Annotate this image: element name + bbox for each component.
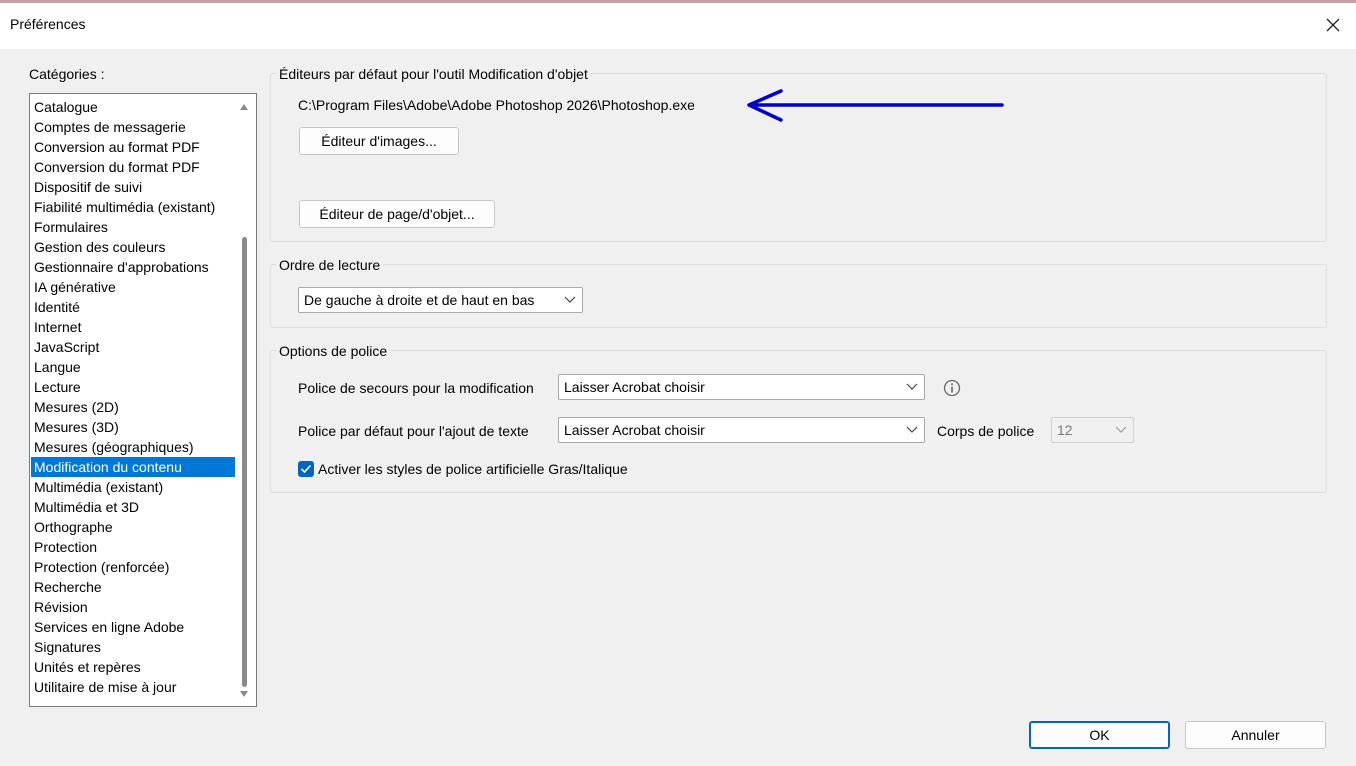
category-item[interactable]: Mesures (3D): [31, 417, 235, 437]
preferences-dialog: Préférences Catégories : Catalogue Compte…: [0, 0, 1356, 766]
fallback-font-label: Police de secours pour la modification: [298, 380, 534, 396]
chevron-down-icon: [564, 296, 576, 303]
default-font-label: Police par défaut pour l'ajout de texte: [298, 423, 529, 439]
category-item[interactable]: Mesures (géographiques): [31, 437, 235, 457]
info-icon[interactable]: [943, 379, 961, 397]
category-item[interactable]: Services en ligne Adobe: [31, 617, 235, 637]
reading-order-value: De gauche à droite et de haut en bas: [304, 292, 535, 308]
cancel-button[interactable]: Annuler: [1185, 721, 1326, 749]
faux-styles-checkbox[interactable]: [298, 461, 314, 477]
fallback-font-select[interactable]: Laisser Acrobat choisir: [558, 374, 925, 400]
category-item[interactable]: Catalogue: [31, 97, 235, 117]
categories-items: Catalogue Comptes de messagerie Conversion…: [31, 97, 235, 697]
font-size-select[interactable]: 12: [1051, 417, 1134, 443]
categories-label: Catégories :: [29, 66, 105, 82]
faux-styles-label: Activer les styles de police artificiell…: [318, 461, 628, 477]
category-item[interactable]: Révision: [31, 597, 235, 617]
category-item[interactable]: Multimédia (existant): [31, 477, 235, 497]
category-item[interactable]: Orthographe: [31, 517, 235, 537]
category-item[interactable]: Gestion des couleurs: [31, 237, 235, 257]
scroll-thumb[interactable]: [242, 237, 247, 687]
categories-scrollbar[interactable]: [235, 96, 253, 704]
category-item[interactable]: Conversion au format PDF: [31, 137, 235, 157]
category-item[interactable]: Mesures (2D): [31, 397, 235, 417]
font-size-label: Corps de police: [937, 423, 1035, 439]
dialog-title: Préférences: [10, 16, 86, 32]
category-item[interactable]: Recherche: [31, 577, 235, 597]
category-item[interactable]: Signatures: [31, 637, 235, 657]
category-item[interactable]: Multimédia et 3D: [31, 497, 235, 517]
category-item[interactable]: Modification du contenu: [31, 457, 235, 477]
image-editor-button[interactable]: Éditeur d'images...: [299, 127, 459, 155]
checkmark-icon: [300, 464, 312, 474]
category-item[interactable]: Protection: [31, 537, 235, 557]
image-editor-path: C:\Program Files\Adobe\Adobe Photoshop 2…: [298, 97, 695, 113]
annotation-arrow-icon: [747, 89, 1004, 122]
page-editor-button[interactable]: Éditeur de page/d'objet...: [299, 200, 495, 228]
category-item[interactable]: Comptes de messagerie: [31, 117, 235, 137]
font-options-title: Options de police: [276, 343, 391, 359]
fallback-font-value: Laisser Acrobat choisir: [564, 379, 705, 395]
ok-button[interactable]: OK: [1029, 721, 1170, 749]
close-icon: [1326, 18, 1340, 32]
category-item[interactable]: Identité: [31, 297, 235, 317]
title-bar: Préférences: [0, 3, 1356, 49]
category-item[interactable]: Fiabilité multimédia (existant): [31, 197, 235, 217]
close-button[interactable]: [1310, 3, 1356, 47]
category-item[interactable]: Conversion du format PDF: [31, 157, 235, 177]
category-item[interactable]: Formulaires: [31, 217, 235, 237]
category-item[interactable]: Protection (renforcée): [31, 557, 235, 577]
default-font-select[interactable]: Laisser Acrobat choisir: [558, 417, 925, 443]
category-item[interactable]: JavaScript: [31, 337, 235, 357]
category-item[interactable]: Utilitaire de mise à jour: [31, 677, 235, 697]
category-item[interactable]: Gestionnaire d'approbations: [31, 257, 235, 277]
default-font-value: Laisser Acrobat choisir: [564, 422, 705, 438]
chevron-down-icon: [1115, 426, 1127, 433]
scroll-down-icon[interactable]: [239, 689, 249, 699]
chevron-down-icon: [906, 383, 918, 390]
category-item[interactable]: IA générative: [31, 277, 235, 297]
chevron-down-icon: [906, 426, 918, 433]
scroll-up-icon[interactable]: [239, 102, 249, 112]
font-size-value: 12: [1057, 422, 1073, 438]
category-item[interactable]: Dispositif de suivi: [31, 177, 235, 197]
category-item[interactable]: Unités et repères: [31, 657, 235, 677]
reading-order-select[interactable]: De gauche à droite et de haut en bas: [298, 287, 583, 313]
categories-list[interactable]: Catalogue Comptes de messagerie Conversion…: [29, 93, 257, 707]
reading-order-title: Ordre de lecture: [276, 257, 384, 273]
category-item[interactable]: Lecture: [31, 377, 235, 397]
editors-group-title: Éditeurs par défaut pour l'outil Modific…: [276, 66, 591, 82]
category-item[interactable]: Langue: [31, 357, 235, 377]
category-item[interactable]: Internet: [31, 317, 235, 337]
